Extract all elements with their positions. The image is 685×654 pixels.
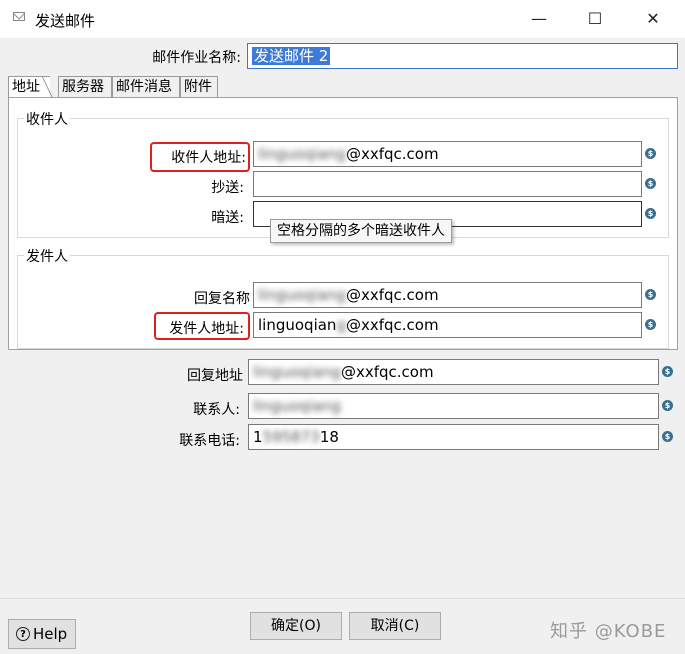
ok-button[interactable]: 确定(O) xyxy=(250,612,342,640)
close-button[interactable]: ✕ xyxy=(630,5,676,33)
contact-label: 联系人: xyxy=(193,402,240,418)
contact-redacted: linguoqiang xyxy=(253,397,341,415)
phone-redacted: 595873 xyxy=(262,428,320,446)
footer-divider xyxy=(0,598,685,599)
recipient-address-value: @xxfqc.com xyxy=(345,145,439,163)
mail-icon xyxy=(13,12,25,21)
variable-icon[interactable]: $ xyxy=(645,178,656,189)
maximize-button[interactable]: ☐ xyxy=(572,5,618,33)
sender-address-label: 发件人地址: xyxy=(169,321,244,337)
tab-address-label: 地址 xyxy=(12,79,40,95)
job-name-value: 发送邮件 2 xyxy=(252,47,331,65)
recipient-address-label: 收件人地址: xyxy=(171,150,246,166)
contact-input[interactable]: linguoqiang xyxy=(248,393,659,419)
cancel-button[interactable]: 取消(C) xyxy=(349,612,441,640)
variable-icon[interactable]: $ xyxy=(645,319,656,330)
variable-icon[interactable]: $ xyxy=(662,431,673,442)
reply-address-redacted: linguoqiang xyxy=(253,363,341,381)
bcc-tooltip: 空格分隔的多个暗送收件人 xyxy=(270,219,452,243)
recipient-address-redacted: linguoqiang xyxy=(258,145,346,163)
minimize-button[interactable]: — xyxy=(516,5,562,33)
phone-input[interactable]: 159587318 xyxy=(248,424,659,450)
help-icon: ? xyxy=(16,627,30,641)
reply-address-label: 回复地址 xyxy=(187,368,243,384)
sender-address-prefix: linguoqian xyxy=(258,316,337,334)
phone-label: 联系电话: xyxy=(179,433,240,449)
watermark: 知乎 @KOBE xyxy=(550,621,667,642)
recipient-group-title: 收件人 xyxy=(24,109,70,129)
variable-icon[interactable]: $ xyxy=(645,148,656,159)
cc-label: 抄送: xyxy=(211,180,244,196)
tab-server-label: 服务器 xyxy=(62,79,104,95)
reply-name-label: 回复名称 xyxy=(194,291,250,307)
tab-attachments-label: 附件 xyxy=(184,79,212,95)
job-name-label: 邮件作业名称: xyxy=(152,50,241,66)
tab-attachments[interactable]: 附件 xyxy=(180,76,218,97)
variable-icon[interactable]: $ xyxy=(645,289,656,300)
sender-group-title: 发件人 xyxy=(24,246,70,266)
variable-icon[interactable]: $ xyxy=(662,400,673,411)
window-title: 发送邮件 xyxy=(35,12,96,30)
reply-address-input[interactable]: linguoqiang@xxfqc.com xyxy=(248,359,659,385)
job-name-input[interactable]: 发送邮件 2 xyxy=(247,43,678,69)
reply-address-value: @xxfqc.com xyxy=(340,363,434,381)
cc-input[interactable] xyxy=(253,171,642,197)
help-button-label: Help xyxy=(33,625,68,643)
reply-name-input[interactable]: linguoqiang@xxfqc.com xyxy=(253,282,642,308)
variable-icon[interactable]: $ xyxy=(662,366,673,377)
bcc-label: 暗送: xyxy=(211,210,244,226)
tab-server[interactable]: 服务器 xyxy=(58,76,112,97)
variable-icon[interactable]: $ xyxy=(645,208,656,219)
sender-address-input[interactable]: linguoqiang@xxfqc.com xyxy=(253,312,642,338)
sender-address-redacted: g xyxy=(336,316,346,334)
tab-slant xyxy=(42,76,53,98)
sender-address-value: @xxfqc.com xyxy=(345,316,439,334)
reply-name-redacted: linguoqiang xyxy=(258,286,346,304)
phone-value: 18 xyxy=(319,428,339,446)
phone-prefix: 1 xyxy=(253,428,263,446)
recipient-address-input[interactable]: linguoqiang@xxfqc.com xyxy=(253,141,642,167)
tab-mail-message-label: 邮件消息 xyxy=(116,79,172,95)
tab-mail-message[interactable]: 邮件消息 xyxy=(112,76,180,97)
reply-name-value: @xxfqc.com xyxy=(345,286,439,304)
